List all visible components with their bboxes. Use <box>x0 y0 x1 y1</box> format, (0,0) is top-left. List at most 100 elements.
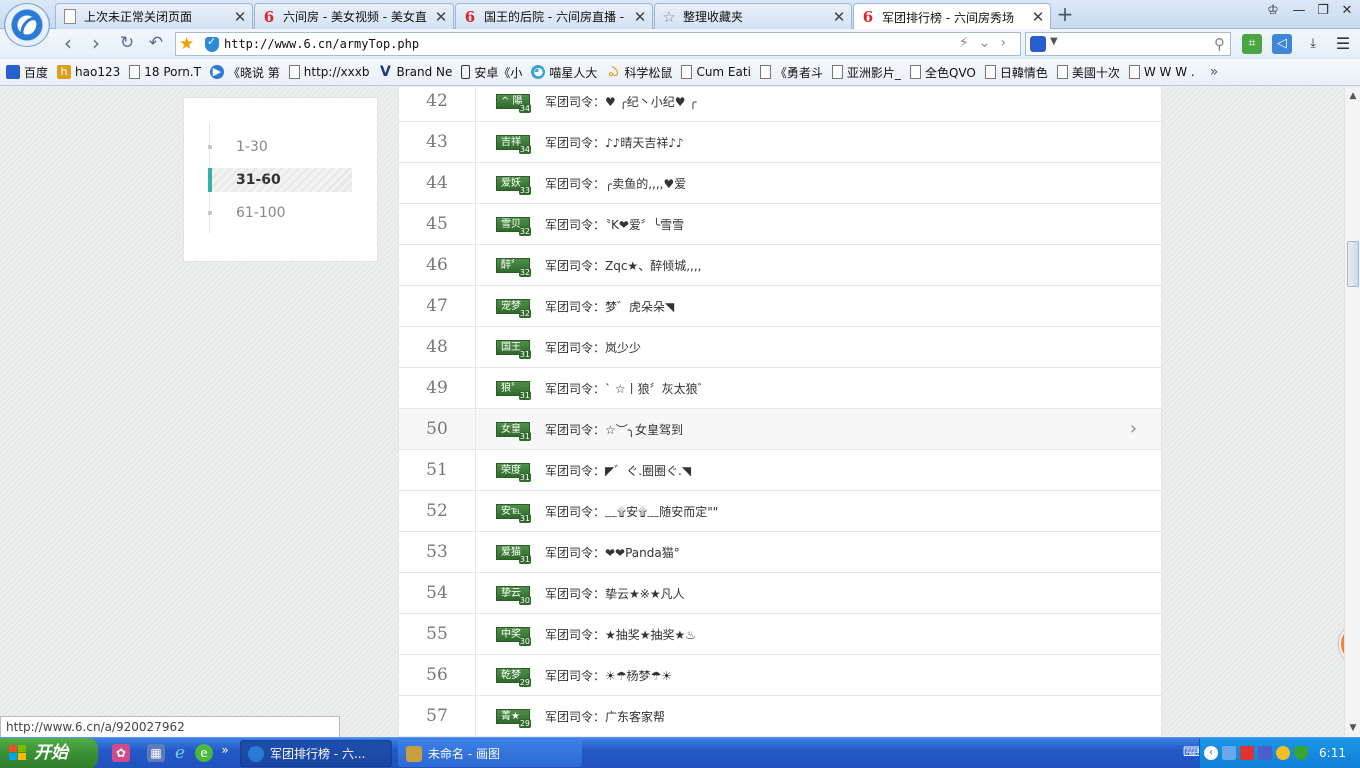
army-badge[interactable]: 菁★ 29 <box>496 708 531 728</box>
army-commander[interactable]: 军团司令：挚云★※★凡人 <box>545 585 685 602</box>
table-row[interactable]: 46 醉〞 32 军团司令：Zqc★、醉倾城,,,, <box>399 245 1161 286</box>
baidu-paw-icon[interactable]: 🐾 <box>1030 36 1046 52</box>
army-commander[interactable]: 军团司令：★抽奖★抽奖★♨ <box>545 626 696 643</box>
bookmark-item[interactable]: 美國十次 <box>1056 64 1120 81</box>
army-badge[interactable]: 女皇 31 <box>496 421 531 441</box>
army-commander[interactable]: 军团司令：☆︶╮女皇驾到 <box>545 421 683 438</box>
bookmark-item[interactable]: 日韓情色 <box>984 64 1048 81</box>
bookmark-item[interactable]: ◕ 喵星人大 <box>531 64 597 81</box>
back-button[interactable]: ‹ <box>57 33 79 55</box>
bookmark-item[interactable]: ఎ 科学松鼠 <box>606 64 672 81</box>
taskbar-item-paint[interactable]: 未命名 - 画图 <box>398 740 582 767</box>
network-icon[interactable] <box>1222 746 1236 760</box>
army-commander[interactable]: 军团司令：广东客家帮 <box>545 708 665 725</box>
army-badge[interactable]: 雪贝 32 <box>496 216 531 236</box>
internet-explorer-icon[interactable]: ℯ <box>171 744 189 762</box>
army-badge[interactable]: 宠梦 32 <box>496 298 531 318</box>
table-row[interactable]: 45 雪贝 32 军团司令：〝K❤爱〞╰雪雪 <box>399 204 1161 245</box>
chevron-down-icon[interactable]: ⌄ <box>979 35 1001 51</box>
skin-icon[interactable]: ♔ <box>1260 2 1286 22</box>
army-badge[interactable]: 乾梦 29 <box>496 667 531 687</box>
url-text[interactable]: http://www.6.cn/armyTop.php <box>224 37 419 51</box>
browser-quicklaunch-icon[interactable]: e <box>195 744 213 762</box>
go-arrow-icon[interactable]: › <box>1000 35 1016 51</box>
range-1-30[interactable]: 1-30 <box>208 135 352 159</box>
menu-icon[interactable]: ☰ <box>1333 34 1353 54</box>
army-badge[interactable]: 中奖 30 <box>496 626 531 646</box>
tray-expand-icon[interactable]: ‹ <box>1204 746 1218 760</box>
security-shield-icon[interactable] <box>205 35 219 52</box>
vertical-scrollbar[interactable]: ▲ ▼ <box>1344 87 1360 737</box>
army-badge[interactable]: 吉祥 34 <box>496 134 531 154</box>
range-31-60[interactable]: 31-60 <box>208 168 352 192</box>
bookmark-item[interactable]: Cum Eati <box>681 65 751 79</box>
army-commander[interactable]: 军团司令：╭卖鱼的,,,,♥爱 <box>545 175 686 192</box>
quicklaunch-app-icon[interactable]: ✿ <box>112 744 130 762</box>
bookmark-item[interactable]: 全色QVO <box>909 64 976 81</box>
table-row[interactable]: 51 荣度 31 军团司令：◤゛ぐ.圈圈ぐ.◥ <box>399 450 1161 491</box>
chevron-right-icon[interactable]: › <box>1130 418 1137 439</box>
army-badge[interactable]: 国王 31 <box>496 339 531 359</box>
lightning-icon[interactable]: ⚡ <box>959 35 979 51</box>
range-61-100[interactable]: 61-100 <box>208 201 352 225</box>
tab-restore-session[interactable]: 上次未正常关闭页面 ✕ <box>55 3 253 29</box>
security-shield-icon[interactable] <box>1294 746 1308 760</box>
tray-app-icon[interactable] <box>1258 746 1272 760</box>
chevron-down-icon[interactable]: ▼ <box>1050 36 1058 47</box>
bookmark-item[interactable]: W W W . <box>1128 65 1195 79</box>
army-badge[interactable]: 爱猫 31 <box>496 544 531 564</box>
army-commander[interactable]: 军团司令：梦゛虎朵朵◥ <box>545 298 674 315</box>
table-row[interactable]: 54 挚云 30 军团司令：挚云★※★凡人 <box>399 573 1161 614</box>
restore-button[interactable]: ❐ <box>1310 2 1336 22</box>
army-badge[interactable]: 狼〞 31 <box>496 380 531 400</box>
bookmarks-more-button[interactable]: » <box>1210 64 1219 80</box>
army-commander[interactable]: 军团司令：◤゛ぐ.圈圈ぐ.◥ <box>545 462 691 479</box>
table-row[interactable]: 47 宠梦 32 军团司令：梦゛虎朵朵◥ <box>399 286 1161 327</box>
tab-army-ranking[interactable]: 6 军团排行榜 - 六间房秀场 ✕ <box>853 3 1051 30</box>
army-badge[interactable]: 挚云 30 <box>496 585 531 605</box>
table-row[interactable]: 44 爱妖 33 军团司令：╭卖鱼的,,,,♥爱 <box>399 163 1161 204</box>
sound-icon[interactable]: ◁ <box>1272 34 1292 54</box>
table-row[interactable]: 42 ^ 陽 34 军团司令：♥ ╭纪丶小纪♥ ╭ <box>399 87 1161 122</box>
undo-close-button[interactable]: ↶ <box>145 33 167 55</box>
address-bar[interactable]: ★ http://www.6.cn/armyTop.php ⚡⌄› <box>175 32 1021 56</box>
scrollbar-thumb[interactable] <box>1347 241 1359 287</box>
bookmark-item[interactable]: 亚洲影片_ <box>831 64 901 81</box>
bookmark-item[interactable]: 《勇者斗 <box>759 64 823 81</box>
close-window-button[interactable]: ✕ <box>1334 2 1360 22</box>
forward-button[interactable]: › <box>85 33 107 55</box>
army-commander[interactable]: 军团司令：☀☂杨梦☂☀ <box>545 667 672 684</box>
show-desktop-icon[interactable]: ▦ <box>147 744 165 762</box>
table-row[interactable]: 49 狼〞 31 军团司令：` ☆丨狼〞灰太狼゛ <box>399 368 1161 409</box>
army-commander[interactable]: 军团司令：♪♪晴天吉祥♪♪ <box>545 134 684 151</box>
bookmark-item[interactable]: http://xxxb <box>288 65 369 79</box>
address-tools[interactable]: ⚡⌄› <box>959 35 1016 51</box>
close-icon[interactable]: ✕ <box>232 8 248 26</box>
search-box[interactable]: 🐾 ▼ ⚲ <box>1025 32 1231 56</box>
table-row[interactable]: 56 乾梦 29 军团司令：☀☂杨梦☂☀ <box>399 655 1161 696</box>
tray-app-icon[interactable] <box>1276 746 1290 760</box>
army-commander[interactable]: 军团司令：﹏۩安۩﹏随安而定"" <box>545 503 718 520</box>
favorite-star-icon[interactable]: ★ <box>179 34 194 54</box>
bookmark-item[interactable]: ▶ 《晓说 第 <box>209 64 280 81</box>
close-icon[interactable]: ✕ <box>632 8 648 26</box>
table-row[interactable]: 50 女皇 31 军团司令：☆︶╮女皇驾到 › <box>399 409 1161 450</box>
minimize-button[interactable]: — <box>1286 2 1312 22</box>
tab-organize-favorites[interactable]: ☆ 整理收藏夹 ✕ <box>654 3 852 29</box>
table-row[interactable]: 48 国王 31 军团司令：岚少少 <box>399 327 1161 368</box>
army-badge[interactable]: 醉〞 32 <box>496 257 531 277</box>
scroll-down-icon[interactable]: ▼ <box>1346 721 1360 735</box>
search-icon[interactable]: ⚲ <box>1214 35 1225 53</box>
download-icon[interactable]: ⤓ <box>1303 34 1323 54</box>
army-commander[interactable]: 军团司令：Zqc★、醉倾城,,,, <box>545 257 701 274</box>
table-row[interactable]: 43 吉祥 34 军团司令：♪♪晴天吉祥♪♪ <box>399 122 1161 163</box>
table-row[interactable]: 53 爱猫 31 军团司令：❤❤Panda猫° <box>399 532 1161 573</box>
taskbar-item-browser[interactable]: 军团排行榜 - 六... <box>240 740 392 767</box>
army-badge[interactable]: ^ 陽 34 <box>496 93 531 113</box>
tray-app-icon[interactable] <box>1240 746 1254 760</box>
close-icon[interactable]: ✕ <box>1030 8 1046 26</box>
table-row[interactable]: 52 安℡ 31 军团司令：﹏۩安۩﹏随安而定"" <box>399 491 1161 532</box>
bookmark-item[interactable]: h hao123 <box>57 65 120 79</box>
browser-logo-icon[interactable] <box>4 3 50 47</box>
table-row[interactable]: 55 中奖 30 军团司令：★抽奖★抽奖★♨ <box>399 614 1161 655</box>
